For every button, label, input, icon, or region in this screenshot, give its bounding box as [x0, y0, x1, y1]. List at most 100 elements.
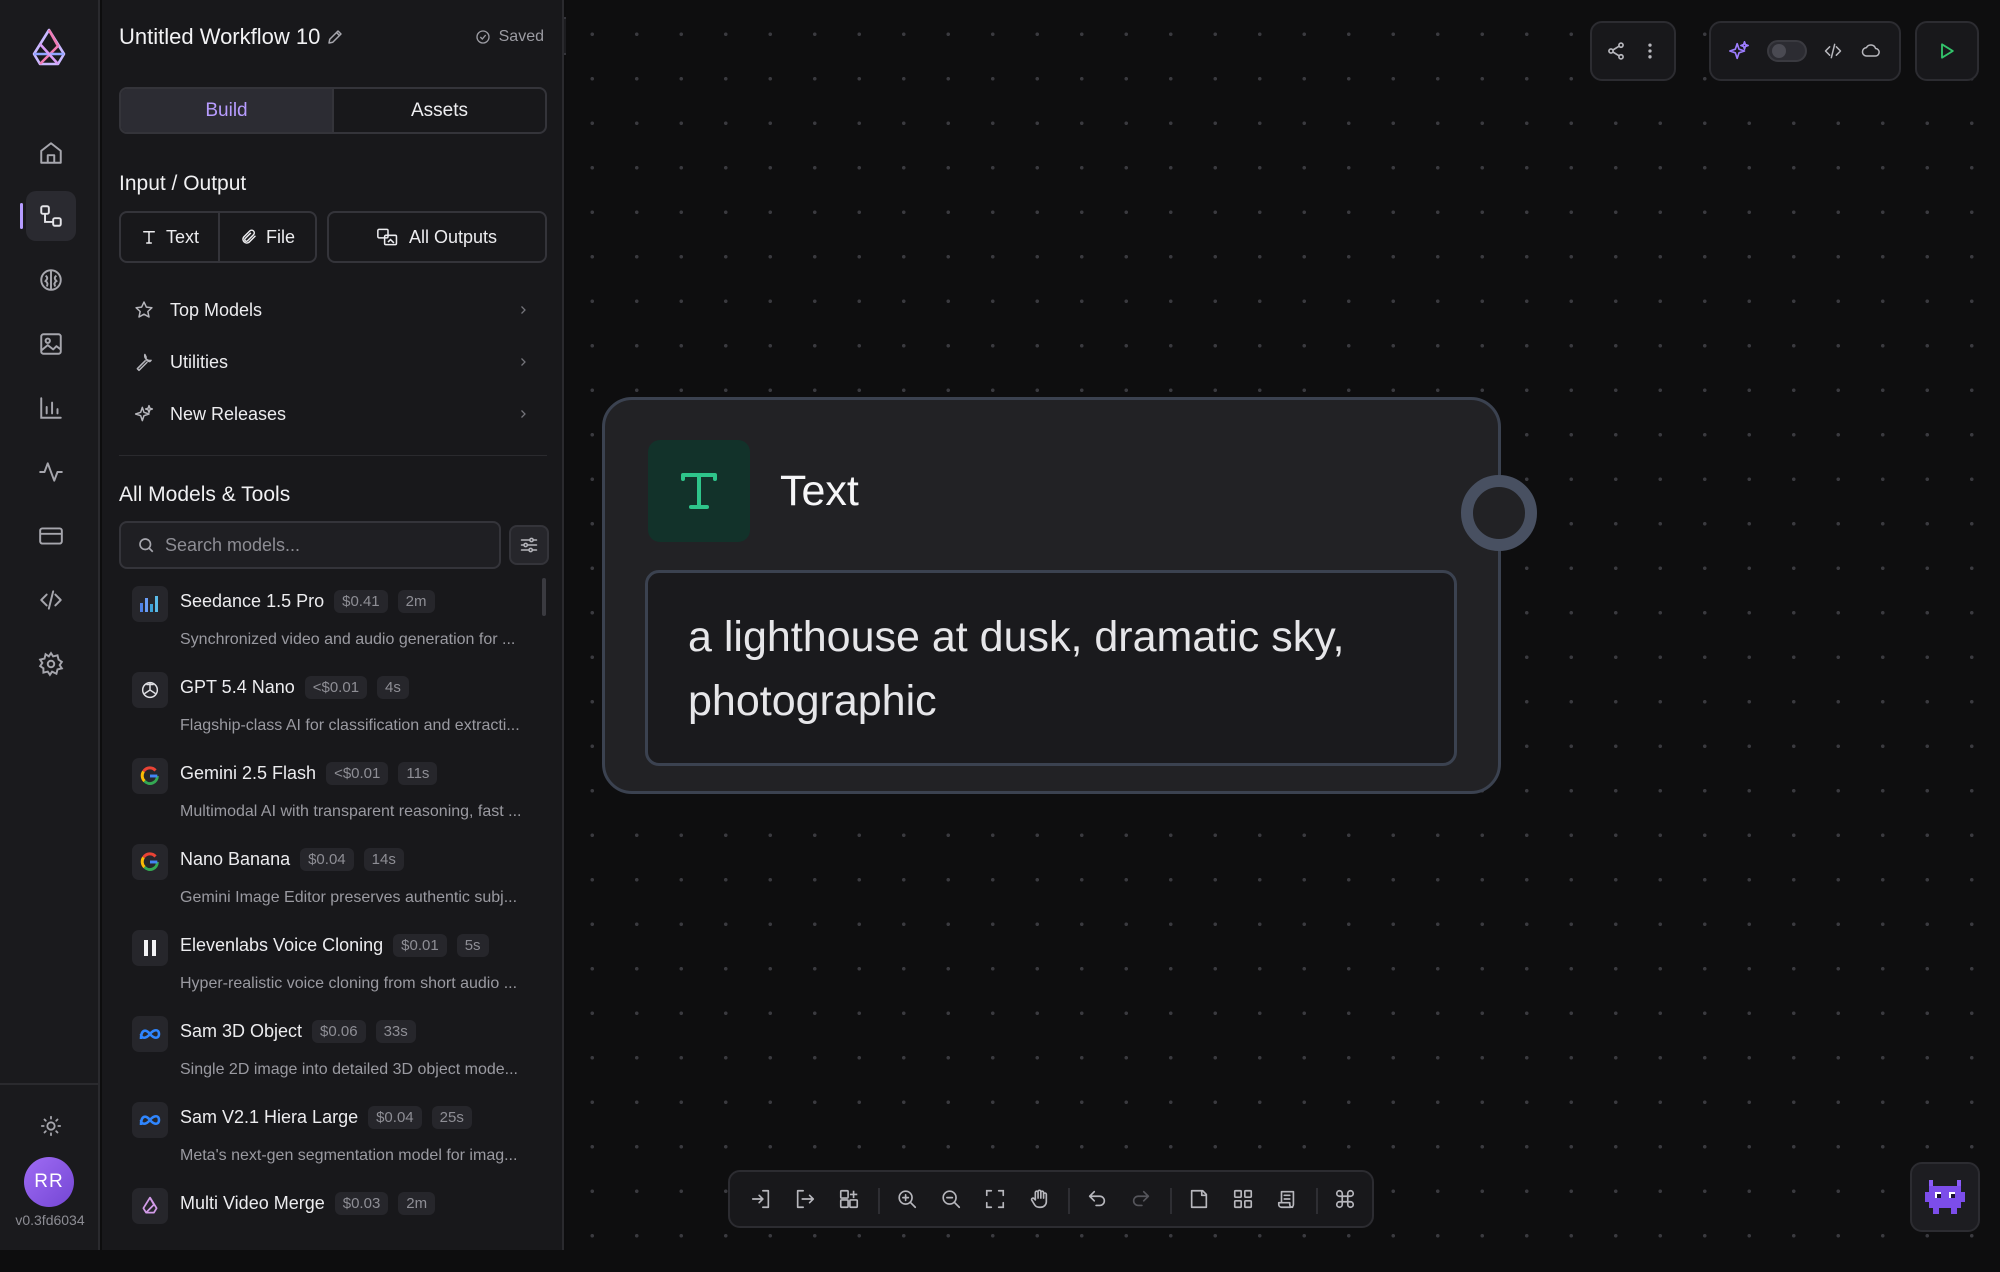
fit-view-icon[interactable] — [980, 1184, 1010, 1214]
model-name: GPT 5.4 Nano — [180, 677, 295, 697]
zoom-out-icon[interactable] — [936, 1184, 966, 1214]
text-input-button[interactable]: Text — [121, 213, 218, 261]
command-icon[interactable] — [1330, 1184, 1360, 1214]
price-badge: $0.03 — [334, 1192, 389, 1215]
list-item[interactable]: Gemini 2.5 Flash <$0.01 11s Multimodal AI … — [119, 756, 539, 842]
node-title: Text — [780, 467, 859, 515]
home-icon[interactable] — [26, 128, 76, 178]
model-name: Gemini 2.5 Flash — [180, 763, 317, 783]
outputs-icon — [377, 228, 399, 246]
text-t-icon — [648, 440, 750, 542]
model-description: Meta's next-gen segmentation model for i… — [180, 1147, 518, 1164]
brain-icon[interactable] — [26, 255, 76, 305]
google-icon — [132, 758, 168, 794]
text-button-label: Text — [165, 226, 199, 247]
script-icon[interactable] — [1272, 1184, 1302, 1214]
model-description: Flagship-class AI for classification and… — [180, 717, 520, 734]
model-description: Synchronized video and audio generation … — [180, 631, 516, 648]
tab-assets[interactable]: Assets — [334, 89, 545, 132]
play-icon[interactable] — [1937, 41, 1957, 61]
all-outputs-button[interactable]: All Outputs — [327, 211, 547, 263]
bar-chart-icon[interactable] — [26, 383, 76, 433]
search-box — [119, 521, 501, 569]
toolbar-divider — [878, 1188, 880, 1214]
workflow-icon[interactable] — [26, 191, 76, 241]
version-label: v0.3fd6034 — [15, 1212, 85, 1228]
seedance-icon — [132, 586, 168, 622]
list-item[interactable]: Nano Banana $0.04 14s Gemini Image Editor … — [119, 842, 539, 928]
zoom-in-icon[interactable] — [892, 1184, 922, 1214]
wrench-icon — [134, 352, 156, 372]
list-item[interactable]: Sam V2.1 Hiera Large $0.04 25s Meta's next… — [119, 1100, 539, 1186]
model-name: Multi Video Merge — [180, 1193, 325, 1213]
category-new-releases[interactable]: New Releases — [119, 391, 547, 437]
undo-icon[interactable] — [1082, 1184, 1112, 1214]
search-icon — [137, 536, 155, 554]
save-status: Saved — [475, 28, 544, 46]
avatar[interactable]: RR — [24, 1157, 74, 1207]
credit-card-icon[interactable] — [26, 511, 76, 561]
brand-logo-icon[interactable] — [24, 24, 74, 74]
meta-icon — [132, 1016, 168, 1052]
node-text-content[interactable]: a lighthouse at dusk, dramatic sky, phot… — [645, 570, 1457, 766]
list-item[interactable]: Multi Video Merge $0.03 2m — [119, 1186, 539, 1272]
model-name: Nano Banana — [180, 849, 291, 869]
redo-icon[interactable] — [1126, 1184, 1156, 1214]
text-node[interactable]: Text a lighthouse at dusk, dramatic sky,… — [602, 397, 1501, 794]
activity-icon[interactable] — [26, 447, 76, 497]
time-badge: 2m — [398, 1192, 436, 1215]
star-icon — [134, 300, 156, 320]
model-name: Sam 3D Object — [180, 1021, 303, 1041]
search-input[interactable] — [165, 534, 485, 556]
grid-icon[interactable] — [1228, 1184, 1258, 1214]
active-indicator — [20, 203, 23, 229]
section-divider — [119, 455, 547, 456]
run-group — [1915, 21, 1979, 81]
more-vertical-icon[interactable] — [1640, 41, 1660, 61]
node-output-handle[interactable] — [1461, 475, 1537, 551]
price-badge: <$0.01 — [326, 762, 389, 785]
list-item[interactable]: Sam 3D Object $0.06 33s Single 2D image in… — [119, 1014, 539, 1100]
code-icon[interactable] — [26, 575, 76, 625]
sparkle-icon[interactable] — [1728, 40, 1750, 62]
price-badge: $0.01 — [393, 934, 447, 957]
paperclip-icon — [240, 228, 258, 246]
sparkle-icon — [134, 404, 156, 424]
category-utilities[interactable]: Utilities — [119, 339, 547, 385]
time-badge: 14s — [363, 848, 404, 871]
sun-icon[interactable] — [26, 1101, 76, 1151]
toolbar-divider — [1170, 1188, 1172, 1214]
sliders-icon — [519, 535, 539, 555]
model-description: Gemini Image Editor preserves authentic … — [180, 889, 518, 906]
note-icon[interactable] — [1184, 1184, 1214, 1214]
panel-tabs: Build Assets — [119, 87, 547, 134]
list-scrollbar[interactable] — [542, 578, 546, 616]
list-item[interactable]: Elevenlabs Voice Cloning $0.01 5s Hyper-re… — [119, 928, 539, 1014]
price-badge: $0.04 — [300, 848, 354, 871]
cloud-icon[interactable] — [1860, 41, 1882, 61]
import-icon[interactable] — [746, 1184, 776, 1214]
list-item[interactable]: Seedance 1.5 Pro $0.41 2m Synchronized vid… — [119, 584, 539, 670]
code-icon[interactable] — [1823, 41, 1843, 61]
category-top-models[interactable]: Top Models — [119, 287, 547, 333]
build-panel: Untitled Workflow 10 Saved Build Assets … — [102, 0, 564, 1250]
workflow-title[interactable]: Untitled Workflow 10 — [119, 24, 320, 50]
time-badge: 5s — [456, 934, 489, 957]
add-block-icon[interactable] — [834, 1184, 864, 1214]
image-icon[interactable] — [26, 319, 76, 369]
filter-button[interactable] — [509, 525, 549, 565]
tab-build[interactable]: Build — [121, 89, 334, 132]
hand-icon[interactable] — [1024, 1184, 1054, 1214]
time-badge: 4s — [377, 676, 409, 699]
file-button-label: File — [265, 226, 295, 247]
list-item[interactable]: GPT 5.4 Nano <$0.01 4s Flagship-class AI f… — [119, 670, 539, 756]
file-input-button[interactable]: File — [217, 213, 315, 261]
pencil-icon[interactable] — [326, 28, 344, 46]
mode-toggle[interactable] — [1766, 40, 1807, 62]
assistant-mascot-icon[interactable] — [1910, 1162, 1980, 1232]
export-icon[interactable] — [790, 1184, 820, 1214]
settings-icon[interactable] — [26, 639, 76, 689]
share-icon[interactable] — [1606, 41, 1626, 61]
canvas-toolbar — [728, 1170, 1374, 1228]
mode-controls-group — [1709, 21, 1901, 81]
